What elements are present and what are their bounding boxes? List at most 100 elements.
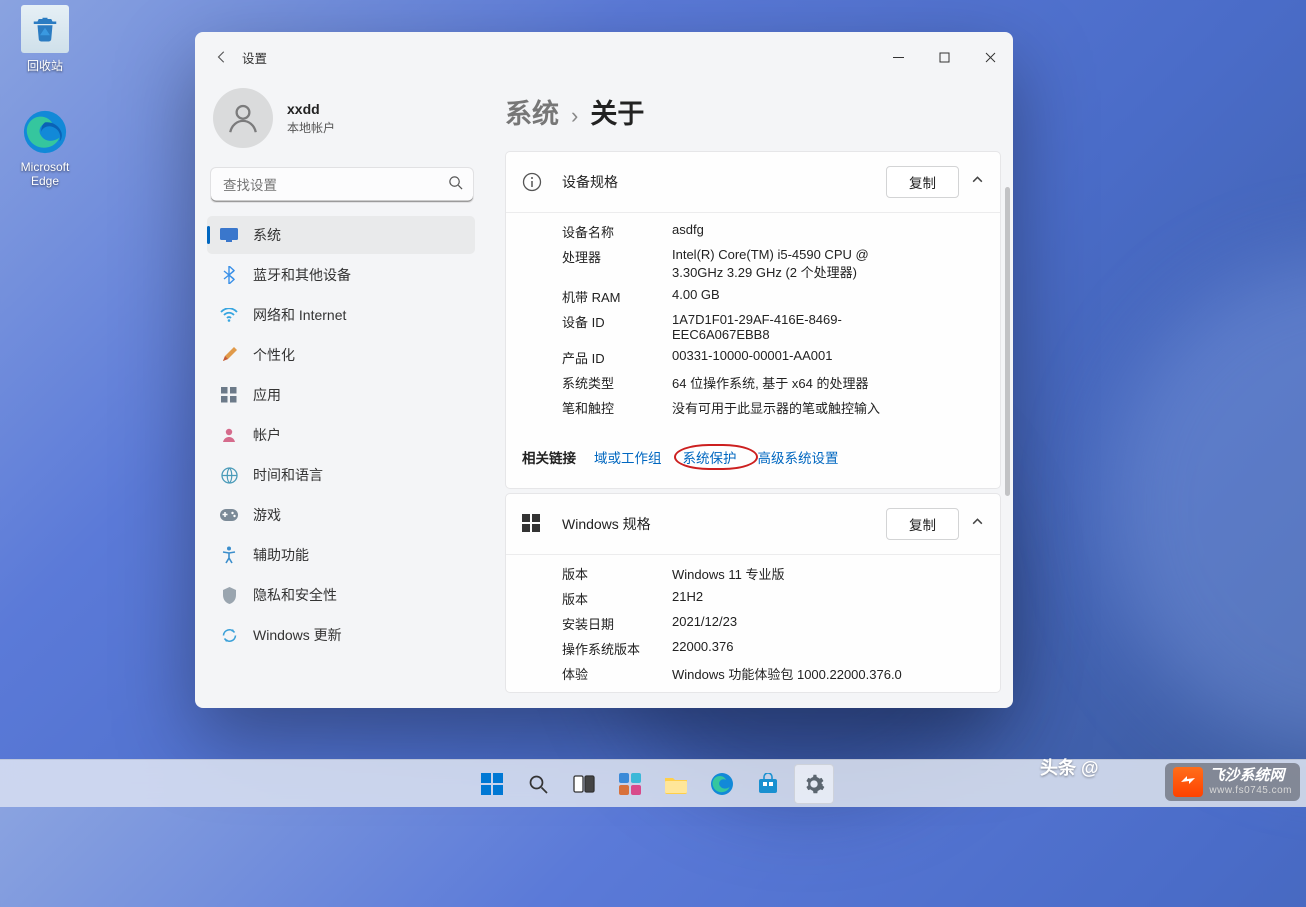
close-button[interactable] xyxy=(967,39,1013,75)
spec-key: 安装日期 xyxy=(562,614,672,633)
scrollbar[interactable] xyxy=(1005,187,1010,702)
profile[interactable]: xxdd 本地帐户 xyxy=(207,82,485,164)
breadcrumb: 系统 › 关于 xyxy=(505,92,1001,131)
spec-key: 处理器 xyxy=(562,247,672,281)
edge-label: Microsoft Edge xyxy=(21,160,70,188)
watermark-toutiao: 头条 @ xyxy=(1040,754,1099,780)
spec-key: 笔和触控 xyxy=(562,398,672,417)
spec-row: 版本Windows 11 专业版 xyxy=(562,561,982,586)
nav-privacy[interactable]: 隐私和安全性 xyxy=(207,576,475,614)
info-icon xyxy=(522,172,542,192)
start-button[interactable] xyxy=(472,764,512,804)
spec-row: 设备名称asdfg xyxy=(562,219,982,244)
widgets[interactable] xyxy=(610,764,650,804)
spec-key: 产品 ID xyxy=(562,348,672,367)
windows-specs-title: Windows 规格 xyxy=(562,514,886,534)
search-input[interactable] xyxy=(211,168,473,202)
windows-icon xyxy=(522,514,542,534)
profile-name: xxdd xyxy=(287,101,335,117)
spec-value: 2021/12/23 xyxy=(672,614,982,633)
wifi-icon xyxy=(219,305,239,325)
spec-key: 体验 xyxy=(562,664,672,683)
nav-label: 应用 xyxy=(253,385,281,405)
nav-system[interactable]: 系统 xyxy=(207,216,475,254)
back-button[interactable] xyxy=(207,42,237,72)
sidebar: xxdd 本地帐户 系统 蓝牙和其他设备 xyxy=(195,82,485,708)
gaming-icon xyxy=(219,505,239,525)
bluetooth-icon xyxy=(219,265,239,285)
windows-specs-card: Windows 规格 复制 版本Windows 11 专业版版本21H2安装日期… xyxy=(505,493,1001,693)
device-specs-body: 设备名称asdfg处理器Intel(R) Core(TM) i5-4590 CP… xyxy=(506,213,1000,426)
spec-key: 设备名称 xyxy=(562,222,672,241)
taskbar-settings[interactable] xyxy=(794,764,834,804)
spec-value: Windows 功能体验包 1000.22000.376.0 xyxy=(672,664,982,683)
taskbar-edge[interactable] xyxy=(702,764,742,804)
spec-value: Windows 11 专业版 xyxy=(672,564,982,583)
spec-row: 体验Windows 功能体验包 1000.22000.376.0 xyxy=(562,661,982,686)
nav-accessibility[interactable]: 辅助功能 xyxy=(207,536,475,574)
copy-device-specs[interactable]: 复制 xyxy=(886,166,959,198)
edge-browser-icon[interactable]: Microsoft Edge xyxy=(5,108,85,188)
file-explorer[interactable] xyxy=(656,764,696,804)
nav-label: 隐私和安全性 xyxy=(253,585,337,605)
spec-value: 没有可用于此显示器的笔或触控输入 xyxy=(672,398,982,417)
minimize-button[interactable] xyxy=(875,39,921,75)
spec-row: 产品 ID00331-10000-00001-AA001 xyxy=(562,345,982,370)
spec-value: asdfg xyxy=(672,222,982,241)
nav-accounts[interactable]: 帐户 xyxy=(207,416,475,454)
collapse-icon[interactable] xyxy=(971,173,984,191)
globe-icon xyxy=(219,465,239,485)
watermark-brand: 飞沙系统网 www.fs0745.com xyxy=(1165,763,1300,801)
spec-row: 笔和触控没有可用于此显示器的笔或触控输入 xyxy=(562,395,982,420)
related-links: 相关链接 域或工作组 系统保护 高级系统设置 xyxy=(506,426,1000,488)
spec-value: 64 位操作系统, 基于 x64 的处理器 xyxy=(672,373,982,392)
device-specs-title: 设备规格 xyxy=(562,172,886,192)
spec-value: 00331-10000-00001-AA001 xyxy=(672,348,982,367)
apps-icon xyxy=(219,385,239,405)
nav-label: 辅助功能 xyxy=(253,545,309,565)
spec-key: 操作系统版本 xyxy=(562,639,672,658)
breadcrumb-current: 关于 xyxy=(590,92,644,131)
nav-label: 个性化 xyxy=(253,345,295,365)
related-title: 相关链接 xyxy=(522,447,576,467)
nav-gaming[interactable]: 游戏 xyxy=(207,496,475,534)
link-domain-workgroup[interactable]: 域或工作组 xyxy=(594,447,662,467)
collapse-icon[interactable] xyxy=(971,515,984,533)
nav: 系统 蓝牙和其他设备 网络和 Internet 个性化 应用 xyxy=(207,216,475,656)
copy-windows-specs[interactable]: 复制 xyxy=(886,508,959,540)
titlebar: 设置 xyxy=(195,32,1013,82)
link-system-protection[interactable]: 系统保护 xyxy=(683,451,737,466)
content: 系统 › 关于 设备规格 复制 设备名称asdfg处理器Intel(R) Cor… xyxy=(485,82,1013,708)
shield-icon xyxy=(219,585,239,605)
nav-apps[interactable]: 应用 xyxy=(207,376,475,414)
spec-value: Intel(R) Core(TM) i5-4590 CPU @ 3.30GHz … xyxy=(672,247,982,281)
highlight-circle: 系统保护 xyxy=(674,444,758,470)
settings-window: 设置 xxdd 本地帐户 xyxy=(195,32,1013,708)
nav-bluetooth[interactable]: 蓝牙和其他设备 xyxy=(207,256,475,294)
recycle-bin-icon[interactable]: 回收站 xyxy=(5,5,85,74)
taskbar-store[interactable] xyxy=(748,764,788,804)
maximize-button[interactable] xyxy=(921,39,967,75)
profile-account: 本地帐户 xyxy=(287,119,335,136)
task-view[interactable] xyxy=(564,764,604,804)
nav-label: 游戏 xyxy=(253,505,281,525)
nav-label: 帐户 xyxy=(253,425,281,445)
nav-time-language[interactable]: 时间和语言 xyxy=(207,456,475,494)
link-advanced-system[interactable]: 高级系统设置 xyxy=(758,447,839,467)
spec-value: 21H2 xyxy=(672,589,982,608)
breadcrumb-root[interactable]: 系统 xyxy=(505,92,559,131)
spec-value: 22000.376 xyxy=(672,639,982,658)
spec-value: 1A7D1F01-29AF-416E-8469-EEC6A067EBB8 xyxy=(672,312,982,342)
spec-key: 系统类型 xyxy=(562,373,672,392)
nav-windows-update[interactable]: Windows 更新 xyxy=(207,616,475,654)
search-icon xyxy=(448,175,463,195)
nav-network[interactable]: 网络和 Internet xyxy=(207,296,475,334)
nav-label: 系统 xyxy=(253,225,281,245)
nav-personalization[interactable]: 个性化 xyxy=(207,336,475,374)
recycle-bin-label: 回收站 xyxy=(27,59,63,73)
spec-key: 版本 xyxy=(562,589,672,608)
windows-specs-body: 版本Windows 11 专业版版本21H2安装日期2021/12/23操作系统… xyxy=(506,555,1000,692)
taskbar-search[interactable] xyxy=(518,764,558,804)
avatar xyxy=(213,88,273,148)
nav-label: Windows 更新 xyxy=(253,625,342,645)
